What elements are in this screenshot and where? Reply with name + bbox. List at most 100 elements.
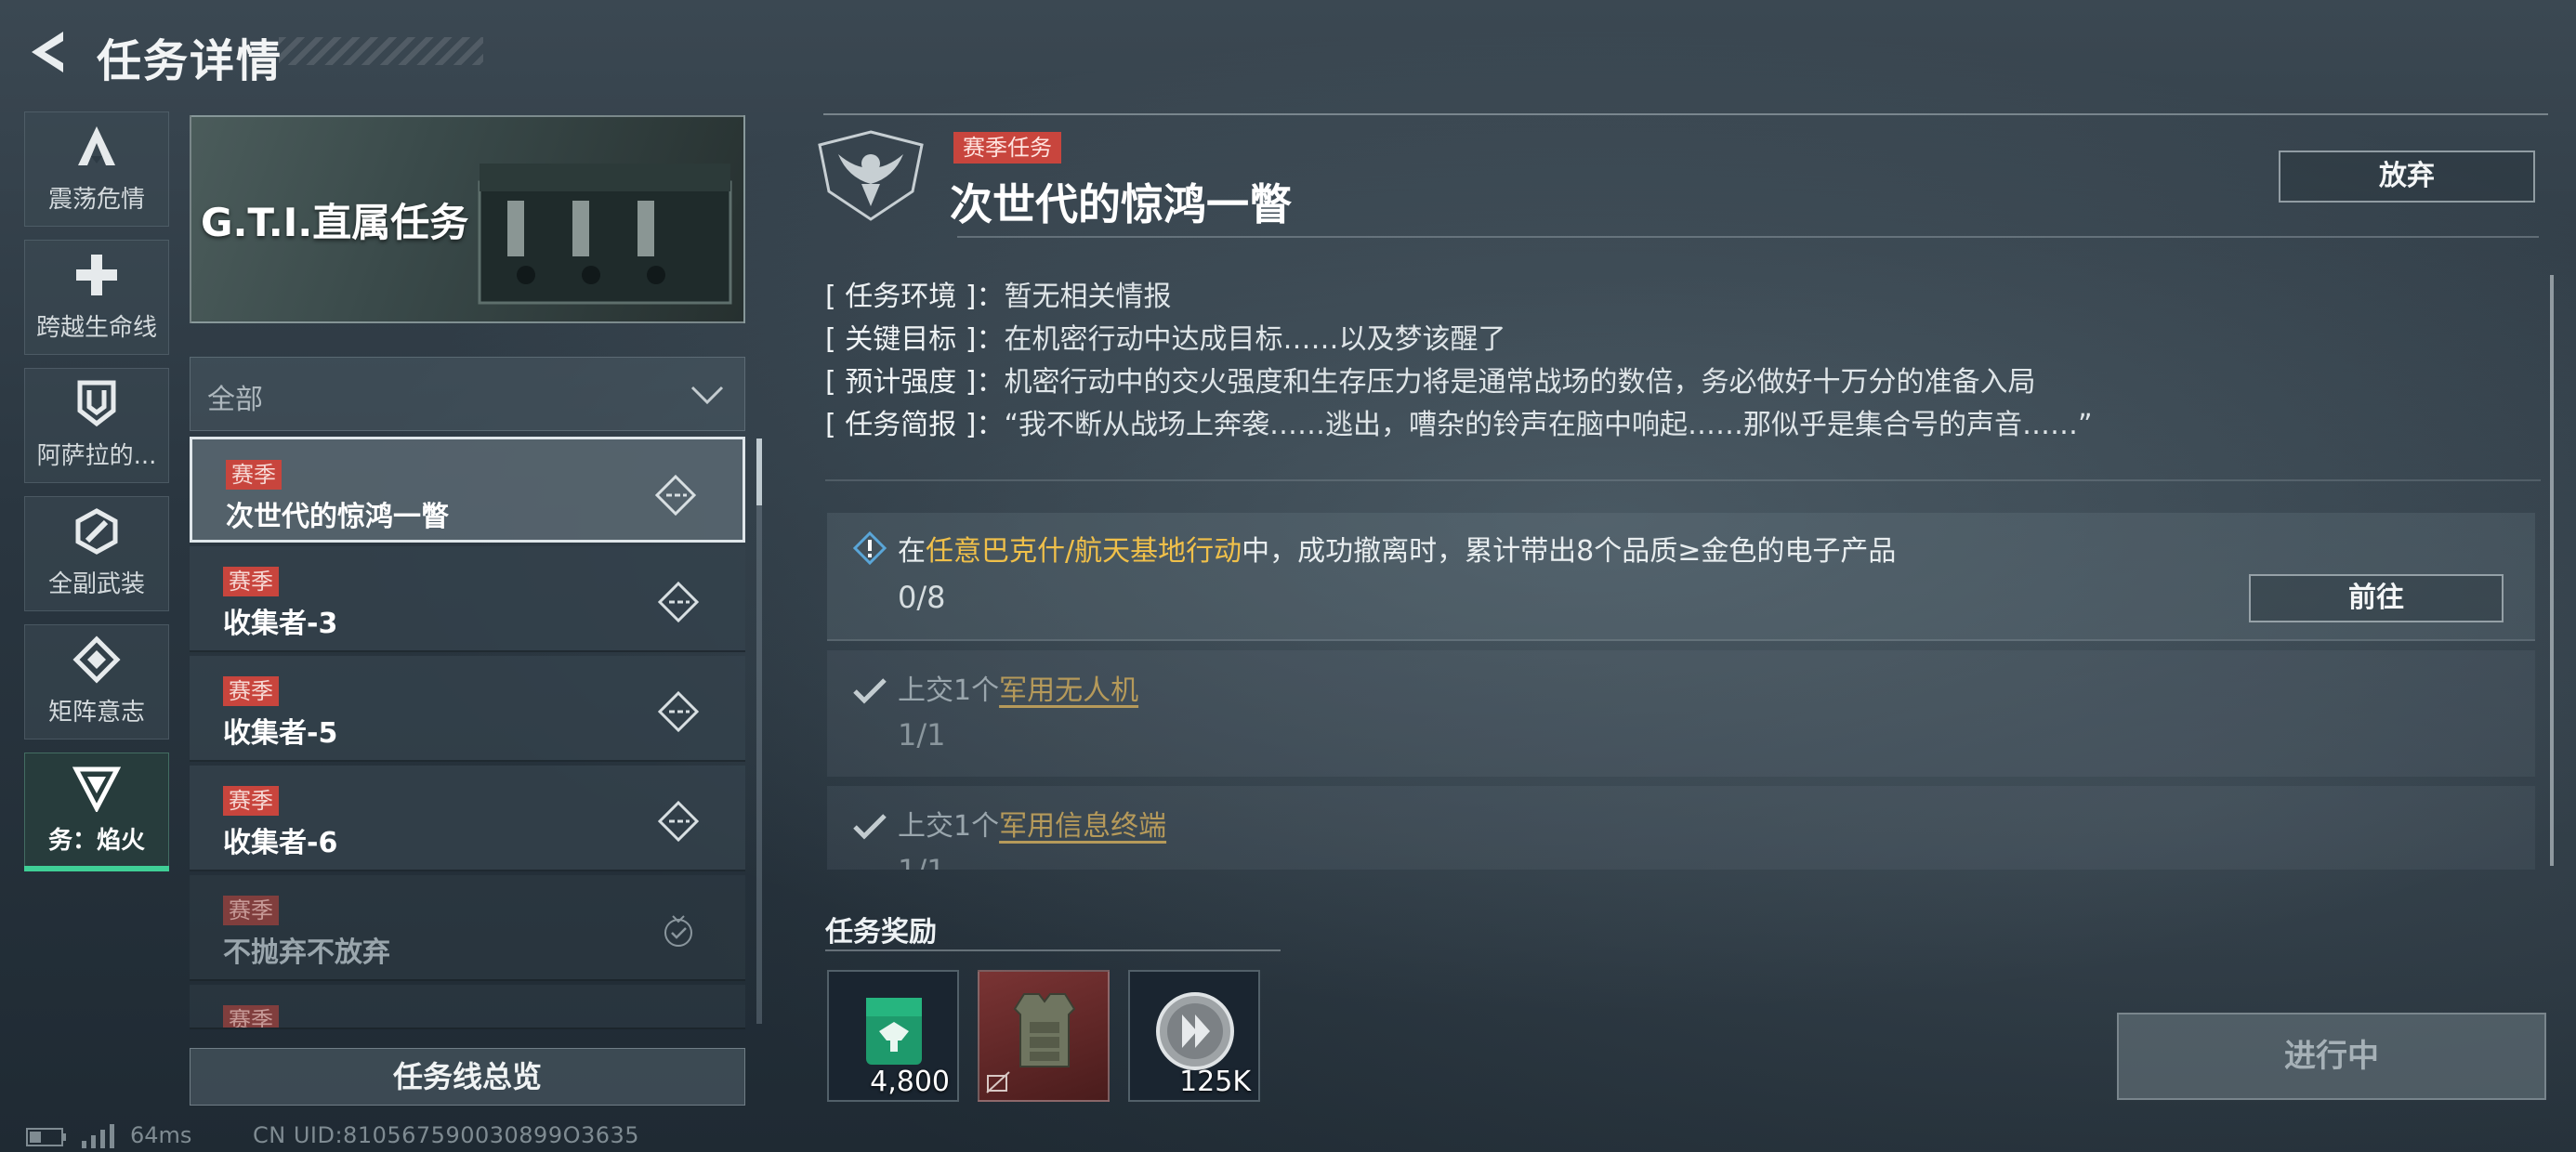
quest-list-item[interactable]: 赛季 次世代的惊鸿一瞥 <box>190 437 745 543</box>
checkmark-icon <box>853 814 887 840</box>
submit-item-link[interactable]: 军用无人机 <box>999 674 1138 707</box>
submit-prefix: 上交1个 <box>898 674 1000 707</box>
objective-completed: 上交1个军用无人机 1/1 <box>827 650 2535 777</box>
rail-item-2[interactable]: 阿萨拉的... <box>24 368 169 483</box>
rewards-divider <box>825 949 1281 951</box>
info-value: 暂无相关情报 <box>1004 281 1172 313</box>
rail-label: 矩阵意志 <box>47 699 145 727</box>
submit-item-link[interactable]: 军用信息终端 <box>999 810 1166 843</box>
rail-active-indicator <box>24 866 169 871</box>
objective-clip: 上交1个军用信息终端 1/1 <box>827 786 2537 870</box>
rail-label: 务：焰火 <box>47 827 145 855</box>
quest-line-overview-button[interactable]: 任务线总览 <box>190 1048 745 1106</box>
rewards-title: 任务奖励 <box>825 916 937 949</box>
shield-chevron-icon <box>77 380 116 427</box>
goto-button[interactable]: 前往 <box>2249 574 2504 622</box>
rail-item-0[interactable]: 震荡危情 <box>24 111 169 227</box>
page-title: 任务详情 <box>97 35 283 87</box>
quest-name: 收集者-3 <box>223 608 338 640</box>
quest-line-banner: G.T.I.直属任务 <box>190 115 745 323</box>
rail-item-1[interactable]: 跨越生命线 <box>24 240 169 355</box>
diamond-track-icon <box>658 801 699 842</box>
quest-name: 收集者-5 <box>223 717 338 750</box>
reward-quantity: 4,800 <box>870 1066 950 1098</box>
quest-list-scroll-thumb[interactable] <box>756 439 762 505</box>
reward-slot[interactable]: 4,800 <box>827 970 959 1102</box>
rail-item-3[interactable]: 全副武装 <box>24 496 169 611</box>
abandon-button[interactable]: 放弃 <box>2279 151 2535 203</box>
rail-label: 阿萨拉的... <box>36 442 157 470</box>
hexagon-slash-icon <box>75 508 118 555</box>
submit-progress: 1/1 <box>898 853 946 870</box>
title-decoration <box>279 37 483 65</box>
season-tag: 赛季 <box>223 1005 279 1028</box>
quest-list-item[interactable]: 赛季 收集者-6 <box>190 766 745 871</box>
quest-list-item[interactable]: 赛季 收集者-3 <box>190 546 745 652</box>
quest-status-button: 进行中 <box>2117 1013 2546 1100</box>
rail-item-5[interactable]: 务：焰火 <box>24 753 169 868</box>
filter-value: 全部 <box>207 384 263 416</box>
objective-text: 在任意巴克什/航天基地行动中，成功撤离时，累计带出8个品质≥金色的电子产品 <box>898 528 1896 569</box>
info-intensity: [ 预计强度 ]：机密行动中的交火强度和生存压力将是通常战场的数倍，务必做好十万… <box>825 359 2035 399</box>
season-tag: 赛季 <box>223 567 279 596</box>
objective-location[interactable]: 任意巴克什/航天基地行动 <box>926 535 1242 568</box>
season-tag: 赛季 <box>223 786 279 816</box>
submit-text: 上交1个军用信息终端 <box>898 803 1166 844</box>
reward-slot[interactable]: 125K <box>1128 970 1260 1102</box>
eagle-emblem-icon <box>818 130 924 221</box>
diamond-matrix-icon <box>72 635 121 684</box>
quest-title: 次世代的惊鸿一瞥 <box>950 179 1292 229</box>
armor-vest-icon <box>1013 993 1076 1067</box>
info-value: “我不断从战场上奔袭……逃出，嘈杂的铃声在脑中响起……那似乎是集合号的声音……” <box>1004 409 2093 441</box>
quest-name: 不抛弃不放弃 <box>223 936 390 969</box>
info-environment: [ 任务环境 ]：暂无相关情报 <box>825 273 1171 314</box>
info-label: [ 任务简报 ]： <box>825 409 1005 441</box>
crate-illustration <box>478 164 732 305</box>
info-label: [ 任务环境 ]： <box>825 281 1005 313</box>
v-shield-icon <box>72 766 121 812</box>
xp-card-icon <box>866 998 922 1065</box>
reward-quantity: 125K <box>1179 1066 1251 1098</box>
season-tag: 赛季 <box>223 676 279 706</box>
rail-item-4[interactable]: 矩阵意志 <box>24 624 169 740</box>
cross-icon <box>76 255 117 295</box>
info-value: 在机密行动中达成目标……以及梦该醒了 <box>1004 323 1506 356</box>
check-badge-icon <box>664 915 692 947</box>
back-arrow-icon[interactable] <box>26 28 71 76</box>
objective-completed: 上交1个军用信息终端 1/1 <box>827 786 2535 870</box>
season-tag: 赛季 <box>226 460 282 490</box>
objective-prefix: 在 <box>898 535 926 568</box>
a-triangle-icon <box>78 126 115 165</box>
season-quest-tag: 赛季任务 <box>953 132 1061 164</box>
coin-icon <box>1156 992 1234 1070</box>
quest-filter-dropdown[interactable]: 全部 <box>190 357 745 431</box>
reward-slot[interactable] <box>978 970 1110 1102</box>
quest-list-scrollbar[interactable] <box>756 439 762 1024</box>
banner-title: G.T.I.直属任务 <box>201 200 469 245</box>
rail-label: 全副武装 <box>47 570 145 598</box>
submit-prefix: 上交1个 <box>898 810 1000 843</box>
no-trade-icon <box>986 1071 1010 1093</box>
rail-label: 震荡危情 <box>47 186 145 214</box>
quest-name: 次世代的惊鸿一瞥 <box>226 501 449 533</box>
quest-list-item[interactable]: 赛季 不抛弃不放弃 <box>190 875 745 981</box>
detail-scrollbar[interactable] <box>2550 275 2554 866</box>
alert-diamond-icon <box>853 531 887 565</box>
detail-header-rule <box>957 236 2539 238</box>
season-tag: 赛季 <box>223 896 279 925</box>
info-key-goal: [ 关键目标 ]：在机密行动中达成目标……以及梦该醒了 <box>825 316 1505 357</box>
signal-icon <box>82 1124 114 1148</box>
objective-suffix: 中，成功撤离时，累计带出8个品质≥金色的电子产品 <box>1242 535 1897 568</box>
battery-icon <box>26 1128 66 1146</box>
user-uid: CN UID:810567590030899O3635 <box>253 1122 640 1148</box>
detail-top-rule <box>823 113 2548 115</box>
quest-name: 收集者-6 <box>223 827 338 859</box>
info-briefing: [ 任务简报 ]：“我不断从战场上奔袭……逃出，嘈杂的铃声在脑中响起……那似乎是… <box>825 401 2093 442</box>
submit-text: 上交1个军用无人机 <box>898 667 1138 708</box>
quest-list-item[interactable]: 赛季 <box>190 985 745 1029</box>
latency-readout: 64ms <box>130 1122 192 1148</box>
chevron-down-icon <box>690 386 724 405</box>
quest-list-item[interactable]: 赛季 收集者-5 <box>190 656 745 762</box>
diamond-track-icon <box>658 691 699 732</box>
objective-progress: 0/8 <box>898 580 946 615</box>
